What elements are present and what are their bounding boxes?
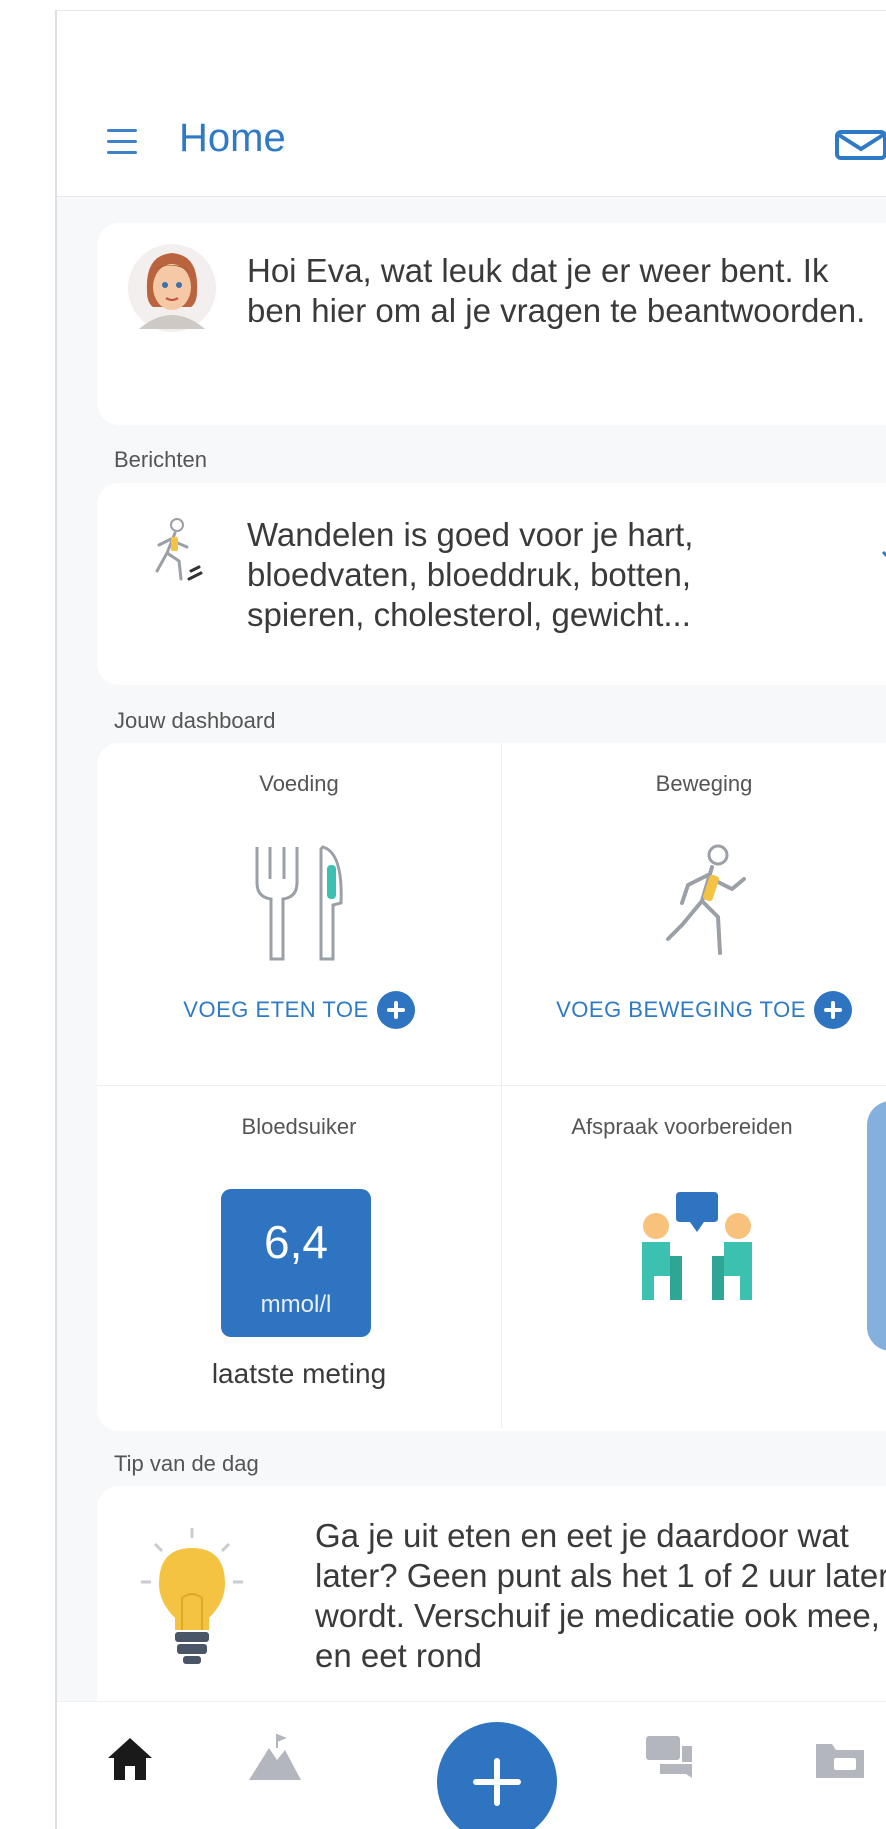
greeting-text: Hoi Eva, wat leuk dat je er weer bent. I…: [247, 252, 866, 329]
plus-circle-icon: [376, 991, 415, 1029]
greeting-card[interactable]: Hoi Eva, wat leuk dat je er weer bent. I…: [97, 223, 886, 425]
add-food-label: VOEG ETEN TOE: [183, 997, 369, 1022]
app-frame: Home Hoi Eva, wat leuk dat je er weer be…: [55, 10, 886, 1829]
tile-title-afspraak: Afspraak voorbereiden: [571, 1114, 793, 1139]
section-label-tip: Tip van de dag: [114, 1451, 259, 1476]
meeting-icon: [642, 1192, 752, 1300]
add-food-button[interactable]: VOEG ETEN TOE: [97, 991, 501, 1029]
glucose-value: 6,4: [264, 1216, 328, 1268]
tile-title-bloedsuiker: Bloedsuiker: [241, 1114, 357, 1139]
mountain-icon[interactable]: [247, 1730, 303, 1786]
chat-icon[interactable]: [642, 1730, 698, 1786]
assistant-avatar: [128, 244, 216, 332]
home-icon[interactable]: [102, 1730, 158, 1786]
folder-icon[interactable]: [812, 1730, 868, 1786]
runner-icon: [666, 844, 746, 955]
mail-icon[interactable]: [835, 130, 886, 160]
tile-beweging[interactable]: Beweging VOEG BEWEGING TOE: [502, 743, 886, 1086]
glucose-value-box: 6,4 mmol/l: [221, 1189, 371, 1337]
status-bar: [57, 11, 886, 96]
dashboard-grid: Voeding VOEG ETEN TOE Beweging VOEG BEWE…: [97, 743, 886, 1431]
tile-title-voeding: Voeding: [259, 771, 339, 796]
add-exercise-button[interactable]: VOEG BEWEGING TOE: [502, 991, 886, 1029]
add-icon[interactable]: [437, 1722, 557, 1829]
tile-afspraak[interactable]: Afspraak voorbereiden: [502, 1086, 886, 1428]
lightbulb-icon: [141, 1528, 243, 1664]
message-text: Wandelen is goed voor je hart, bloedvate…: [247, 516, 694, 633]
hamburger-menu-icon[interactable]: [107, 129, 137, 155]
section-label-berichten: Berichten: [114, 447, 207, 472]
page-title: Home: [179, 116, 286, 160]
side-feedback-tab[interactable]: [867, 1101, 886, 1351]
tile-title-beweging: Beweging: [655, 771, 753, 796]
tip-text: Ga je uit eten en eet je daardoor wat la…: [315, 1517, 886, 1674]
tile-bloedsuiker[interactable]: Bloedsuiker 6,4 mmol/l laatste meting: [97, 1086, 502, 1428]
tile-voeding[interactable]: Voeding VOEG ETEN TOE: [97, 743, 502, 1086]
bottom-nav: [57, 1701, 886, 1829]
fork-knife-icon: [255, 845, 343, 961]
message-card[interactable]: Wandelen is goed voor je hart, bloedvate…: [97, 483, 886, 685]
glucose-unit: mmol/l: [260, 1291, 332, 1318]
section-label-dashboard: Jouw dashboard: [114, 708, 276, 733]
chevron-down-icon[interactable]: [879, 547, 886, 567]
plus-circle-icon: [813, 991, 852, 1029]
app-bar: Home: [57, 96, 886, 197]
glucose-caption: laatste meting: [211, 1358, 387, 1389]
walker-icon: [155, 518, 203, 581]
add-exercise-label: VOEG BEWEGING TOE: [556, 997, 806, 1022]
